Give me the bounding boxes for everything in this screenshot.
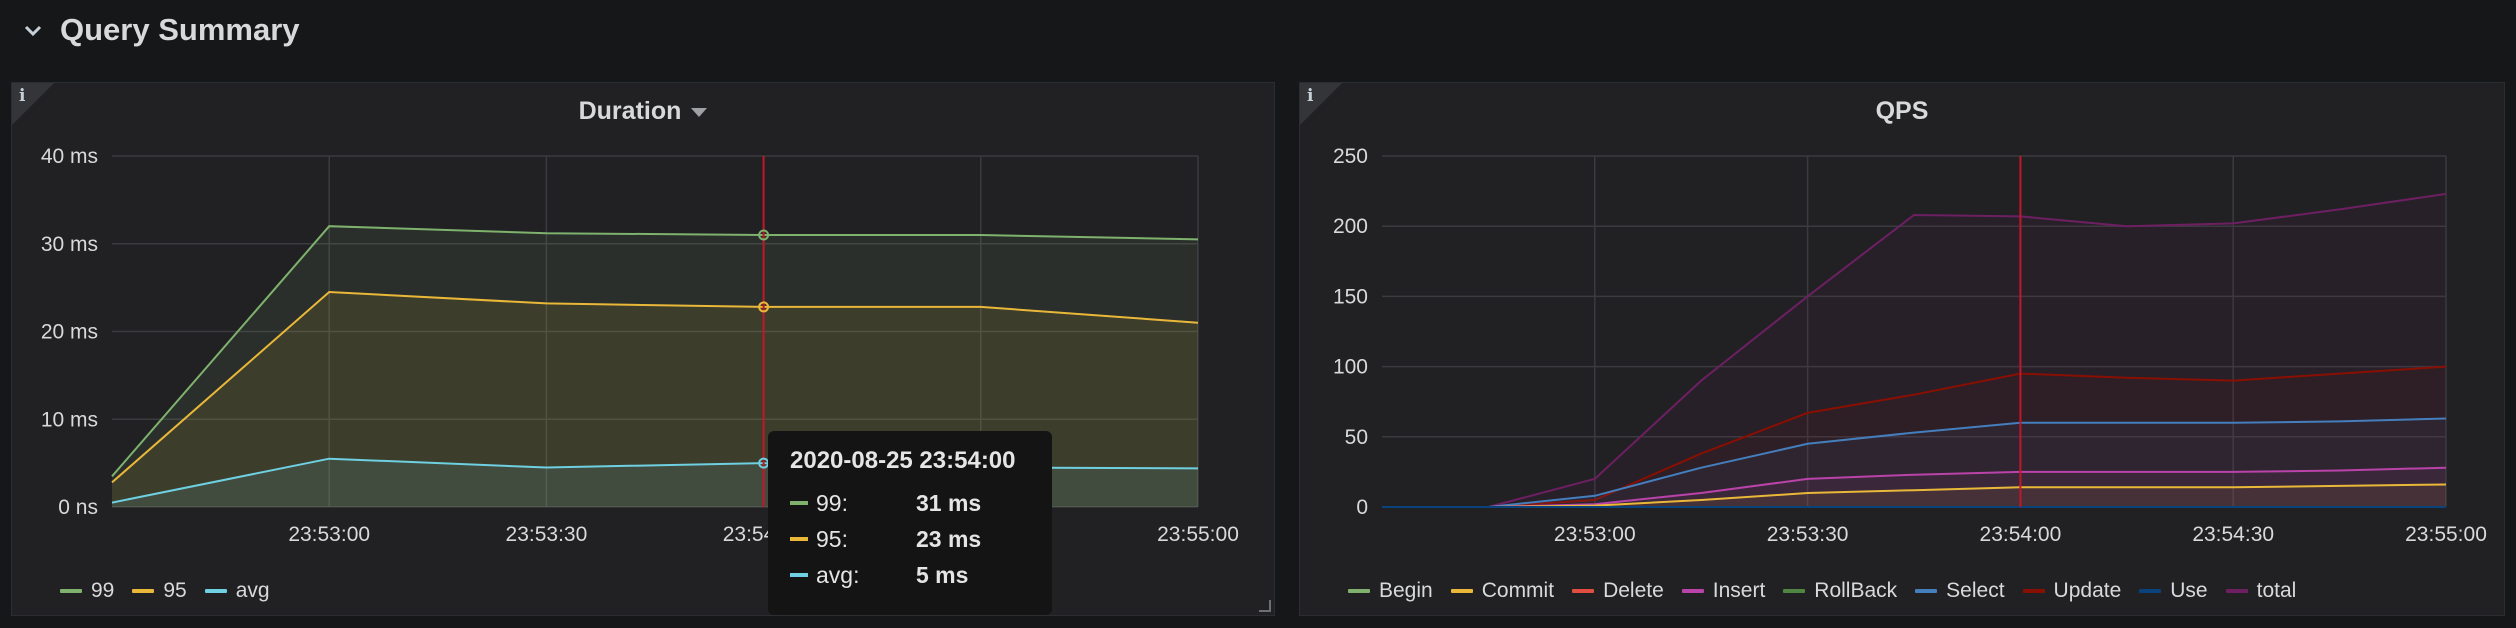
legend-swatch xyxy=(1572,589,1595,593)
tooltip-label: 95: xyxy=(816,525,848,552)
legend-item-avg[interactable]: avg xyxy=(204,579,270,603)
legend-item-total[interactable]: total xyxy=(2225,579,2297,603)
legend-item-update[interactable]: Update xyxy=(2022,579,2122,603)
x-tick-label: 23:55:00 xyxy=(1157,523,1239,546)
legend-label: Update xyxy=(2053,579,2122,602)
chart-tooltip: 2020-08-25 23:54:00 99: 31 ms 95: 23 ms avg:… xyxy=(768,431,1052,615)
qps-chart[interactable]: 0 50 100 150 200 250 23:53:00 23:53:30 23:54:00 2… xyxy=(1300,83,2504,615)
legend-label: avg xyxy=(235,579,270,602)
legend-item-commit[interactable]: Commit xyxy=(1450,579,1555,603)
y-tick-label: 200 xyxy=(1333,215,1368,238)
y-tick-label: 0 ns xyxy=(58,496,98,519)
x-tick-label: 23:54:00 xyxy=(1980,523,2062,546)
y-tick-label: 0 xyxy=(1356,496,1368,519)
legend-swatch xyxy=(2139,589,2162,593)
tooltip-value: 5 ms xyxy=(916,561,969,588)
legend-label: Commit xyxy=(1481,579,1555,602)
qps-legend: Begin Commit Delete Insert RollBack Select Upd… xyxy=(1348,579,2314,603)
y-tick-label: 40 ms xyxy=(41,145,98,168)
legend-label: Delete xyxy=(1603,579,1664,602)
legend-swatch xyxy=(1783,589,1806,593)
legend-swatch xyxy=(204,589,227,593)
y-tick-label: 150 xyxy=(1333,285,1368,308)
y-tick-label: 10 ms xyxy=(41,408,98,431)
legend-swatch xyxy=(1348,589,1370,593)
duration-chart[interactable]: 0 ns 10 ms 20 ms 30 ms 40 ms 23:53:00 23:53:30… xyxy=(12,83,1274,615)
duration-panel: i Duration 0 ns 10 ms 20 ms 30 ms 40 ms 23:53… xyxy=(11,82,1275,616)
row-title: Query Summary xyxy=(60,12,300,47)
y-tick-label: 30 ms xyxy=(41,233,98,256)
y-tick-label: 250 xyxy=(1333,145,1368,168)
tooltip-label: avg: xyxy=(816,561,860,588)
legend-item-insert[interactable]: Insert xyxy=(1681,579,1766,603)
legend-item-95[interactable]: 95 xyxy=(132,579,187,603)
x-tick-label: 23:53:30 xyxy=(506,523,588,546)
tooltip-label: 99: xyxy=(816,489,848,516)
legend-label: 95 xyxy=(163,579,187,602)
legend-item-rollback[interactable]: RollBack xyxy=(1783,579,1897,603)
tooltip-time: 2020-08-25 23:54:00 xyxy=(790,447,1016,474)
tooltip-swatch xyxy=(790,501,808,505)
tooltip-row: 99: 31 ms xyxy=(790,485,1030,521)
tooltip-rows: 99: 31 ms 95: 23 ms avg: 5 ms xyxy=(790,485,1030,593)
legend-label: total xyxy=(2256,579,2297,602)
x-tick-label: 23:53:30 xyxy=(1767,523,1849,546)
legend-label: 99 xyxy=(91,579,115,602)
tooltip-swatch xyxy=(790,537,808,541)
legend-label: Begin xyxy=(1379,579,1433,602)
legend-item-begin[interactable]: Begin xyxy=(1348,579,1433,603)
x-tick-label: 23:53:00 xyxy=(1554,523,1636,546)
legend-item-delete[interactable]: Delete xyxy=(1572,579,1664,603)
legend-item-99[interactable]: 99 xyxy=(60,579,114,603)
tooltip-row: avg: 5 ms xyxy=(790,557,1030,593)
legend-swatch xyxy=(1915,589,1938,593)
resize-handle[interactable] xyxy=(1259,600,1271,612)
legend-swatch xyxy=(2225,589,2248,593)
x-tick-label: 23:54:30 xyxy=(2192,523,2274,546)
legend-swatch xyxy=(60,589,82,593)
legend-label: Insert xyxy=(1712,579,1766,602)
x-tick-label: 23:53:00 xyxy=(288,523,370,546)
legend-label: Select xyxy=(1946,579,2005,602)
y-tick-label: 100 xyxy=(1333,356,1368,379)
tooltip-value: 31 ms xyxy=(916,489,982,516)
legend-swatch xyxy=(2022,589,2045,593)
x-tick-label: 23:55:00 xyxy=(2405,523,2487,546)
legend-swatch xyxy=(1450,589,1473,593)
legend-label: Use xyxy=(2170,579,2208,602)
legend-label: RollBack xyxy=(1814,579,1898,602)
legend-item-select[interactable]: Select xyxy=(1915,579,2005,603)
tooltip-value: 23 ms xyxy=(916,525,982,552)
y-tick-label: 20 ms xyxy=(41,321,98,344)
duration-legend: 99 95 avg xyxy=(60,579,288,603)
legend-swatch xyxy=(1681,589,1704,593)
y-tick-label: 50 xyxy=(1345,426,1368,449)
tooltip-swatch xyxy=(790,573,808,577)
legend-item-use[interactable]: Use xyxy=(2139,579,2208,603)
qps-panel: i QPS 0 50 100 150 200 250 23:53:00 23:53:30 23:… xyxy=(1299,82,2505,616)
tooltip-row: 95: 23 ms xyxy=(790,521,1030,557)
chevron-down-icon[interactable] xyxy=(22,20,44,42)
row-header[interactable]: Query Summary xyxy=(0,0,2516,62)
legend-swatch xyxy=(132,589,155,593)
